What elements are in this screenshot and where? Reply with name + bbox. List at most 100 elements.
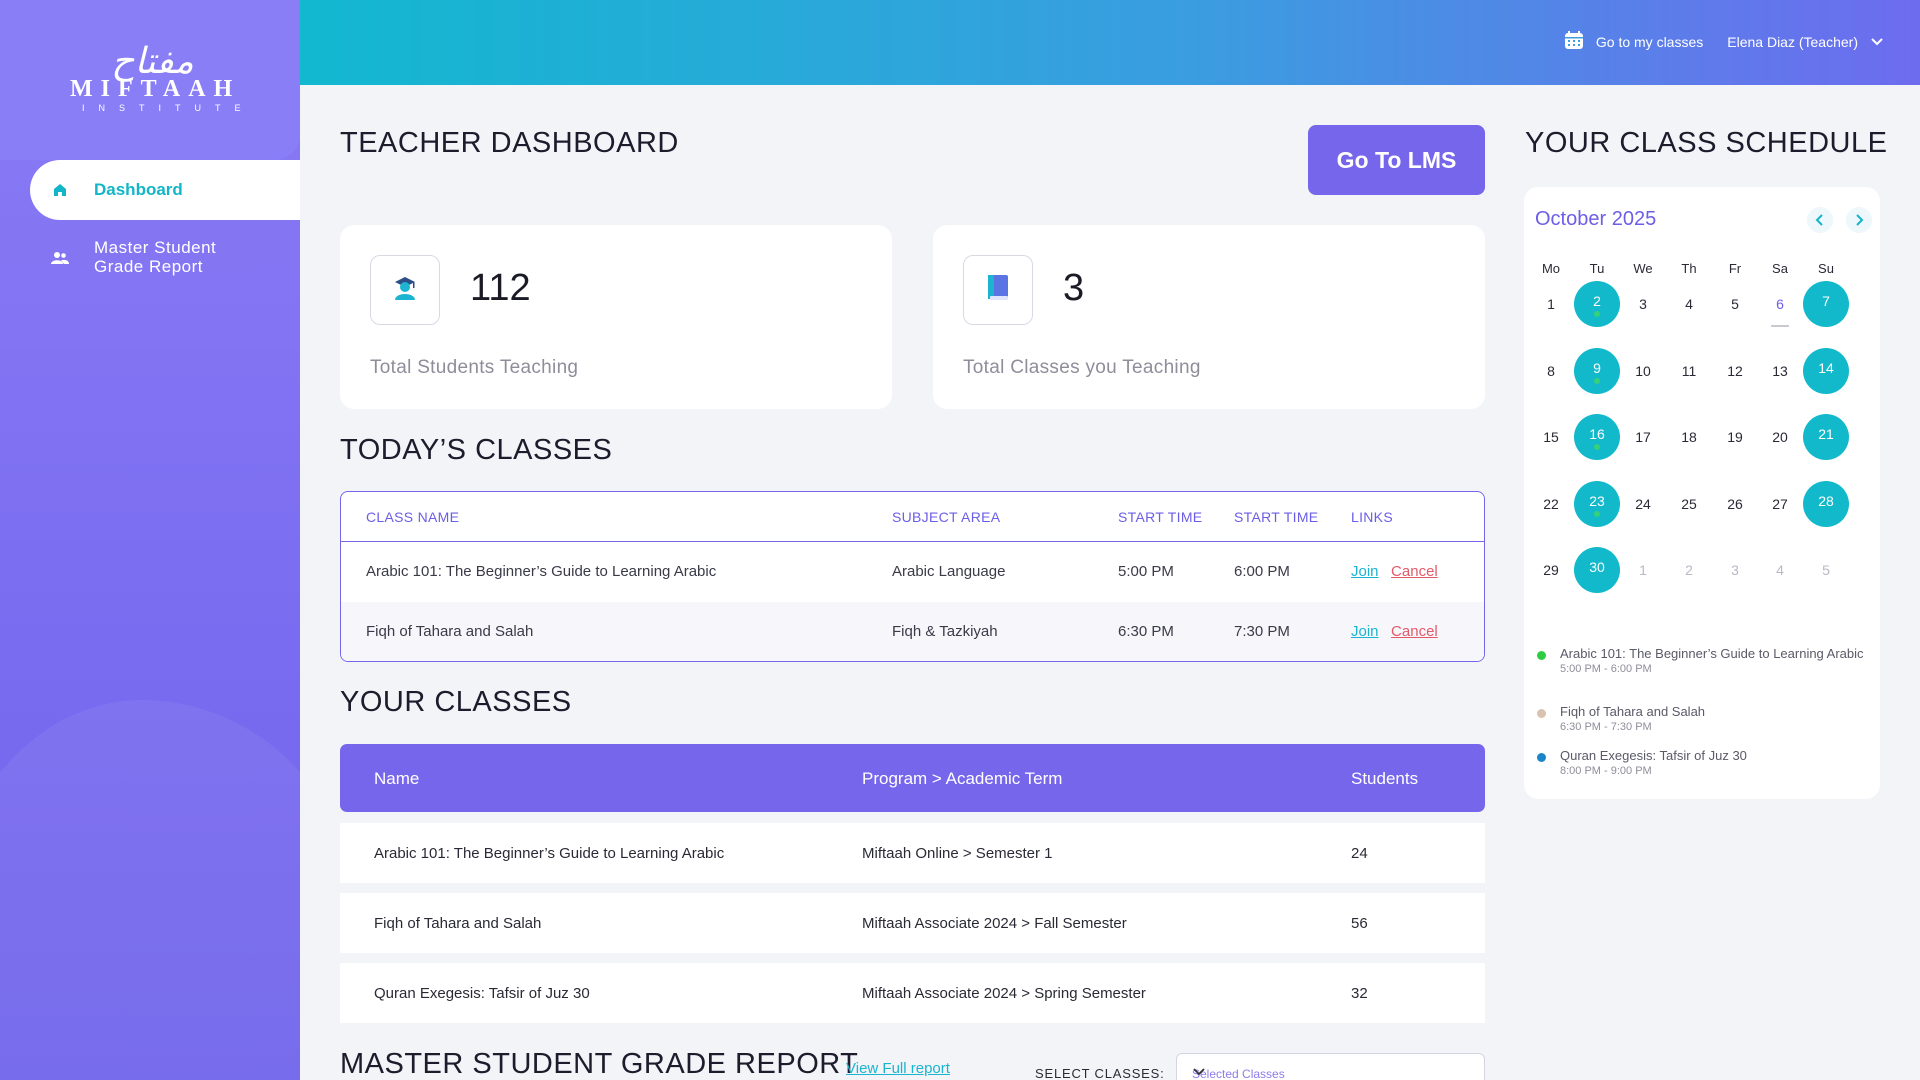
table-row[interactable]: Arabic 101: The Beginner’s Guide to Lear… [340, 823, 1485, 883]
event-color-dot [1537, 651, 1546, 660]
sidebar-item-label-line1: Master Student [94, 238, 217, 257]
logo-sub: INSTITUTE [82, 103, 255, 113]
schedule-title: YOUR CLASS SCHEDULE [1525, 127, 1888, 159]
stat-label: Total Classes you Teaching [963, 357, 1201, 378]
calendar-day[interactable]: 18 [1666, 414, 1712, 460]
calendar-day[interactable]: 8 [1528, 348, 1574, 394]
calendar-day[interactable]: 7 [1803, 281, 1849, 327]
calendar-icon[interactable] [1564, 30, 1584, 53]
join-link[interactable]: Join [1351, 563, 1379, 580]
calendar-day-number: 13 [1772, 363, 1788, 379]
calendar-day[interactable]: 24 [1620, 481, 1666, 527]
today-indicator [1771, 325, 1789, 327]
sidebar-item-dashboard[interactable]: Dashboard [30, 160, 300, 220]
calendar-day[interactable]: 13 [1757, 348, 1803, 394]
col-name: Name [374, 769, 420, 788]
calendar-day[interactable]: 25 [1666, 481, 1712, 527]
logo-area: مفتاح MIFTAAH INSTITUTE [0, 0, 300, 160]
go-to-my-classes-link[interactable]: Go to my classes [1596, 34, 1703, 50]
col-students: Students [1351, 769, 1419, 788]
col-class-name: CLASS NAME [366, 509, 460, 525]
calendar-day[interactable]: 3 [1712, 547, 1758, 593]
table-row[interactable]: Quran Exegesis: Tafsir of Juz 30 Miftaah… [340, 963, 1485, 1023]
calendar-day[interactable]: 15 [1528, 414, 1574, 460]
cell-name: Quran Exegesis: Tafsir of Juz 30 [374, 985, 590, 1002]
sidebar: مفتاح MIFTAAH INSTITUTE Dashboard Master… [0, 0, 300, 1080]
calendar-day[interactable]: 17 [1620, 414, 1666, 460]
cell-program: Miftaah Associate 2024 > Fall Semester [862, 915, 1127, 932]
calendar-day[interactable]: 16 [1574, 414, 1620, 460]
event-dot [1594, 311, 1600, 317]
chevron-down-icon[interactable] [1870, 34, 1884, 50]
sidebar-item-grade-report[interactable]: Master Student Grade Report [30, 238, 300, 294]
calendar-day[interactable]: 3 [1620, 281, 1666, 327]
calendar-day[interactable]: 5 [1803, 547, 1849, 593]
calendar-day[interactable]: 14 [1803, 348, 1849, 394]
calendar-day[interactable]: 2 [1574, 281, 1620, 327]
calendar-day[interactable]: 12 [1712, 348, 1758, 394]
table-header: CLASS NAME SUBJECT AREA START TIME START… [341, 492, 1484, 542]
cell-students: 56 [1351, 915, 1368, 932]
calendar-day[interactable]: 23 [1574, 481, 1620, 527]
weekday-label: Su [1818, 261, 1834, 276]
calendar-day[interactable]: 26 [1712, 481, 1758, 527]
calendar-month: October 2025 [1535, 208, 1657, 230]
schedule-event[interactable]: Arabic 101: The Beginner’s Guide to Lear… [1537, 646, 1867, 675]
chevron-right-icon[interactable] [1846, 207, 1872, 233]
calendar-day[interactable]: 6 [1757, 281, 1803, 327]
classes-table-header: Name Program > Academic Term Students [340, 744, 1485, 812]
weekday-label: Th [1681, 261, 1697, 276]
calendar-day-number: 7 [1822, 293, 1830, 309]
calendar-day[interactable]: 4 [1666, 281, 1712, 327]
calendar-day[interactable]: 28 [1803, 481, 1849, 527]
users-icon [50, 248, 70, 268]
calendar-day-number: 6 [1776, 296, 1784, 312]
calendar-day[interactable]: 9 [1574, 348, 1620, 394]
user-menu[interactable]: Elena Diaz (Teacher) [1727, 34, 1858, 50]
miftaah-logo[interactable]: مفتاح MIFTAAH INSTITUTE [70, 42, 255, 114]
cell-program: Miftaah Associate 2024 > Spring Semester [862, 985, 1146, 1002]
event-title: Fiqh of Tahara and Salah [1560, 704, 1706, 719]
go-to-lms-button[interactable]: Go To LMS [1308, 125, 1485, 195]
calendar-day[interactable]: 4 [1757, 547, 1803, 593]
sidebar-item-label: Dashboard [94, 180, 183, 199]
weekday-label: Tu [1589, 261, 1605, 276]
event-color-dot [1537, 753, 1546, 762]
view-full-report-link[interactable]: View Full report [846, 1060, 950, 1077]
calendar-day[interactable]: 1 [1620, 547, 1666, 593]
schedule-event[interactable]: Fiqh of Tahara and Salah 6:30 PM - 7:30 P… [1537, 704, 1867, 733]
chevron-left-icon[interactable] [1807, 207, 1833, 233]
calendar-day[interactable]: 22 [1528, 481, 1574, 527]
event-title: Quran Exegesis: Tafsir of Juz 30 [1560, 748, 1747, 763]
calendar-day[interactable]: 30 [1574, 547, 1620, 593]
home-icon [50, 180, 70, 200]
cell-students: 32 [1351, 985, 1368, 1002]
cell-subject: Arabic Language [892, 563, 1006, 580]
calendar-day[interactable]: 20 [1757, 414, 1803, 460]
sidebar-wave-decoration [0, 700, 300, 1080]
your-classes-title: YOUR CLASSES [340, 686, 572, 718]
calendar-day[interactable]: 11 [1666, 348, 1712, 394]
calendar-day-number: 2 [1685, 562, 1693, 578]
event-time: 6:30 PM - 7:30 PM [1560, 721, 1652, 733]
calendar-day[interactable]: 27 [1757, 481, 1803, 527]
calendar-day[interactable]: 2 [1666, 547, 1712, 593]
calendar-day[interactable]: 21 [1803, 414, 1849, 460]
event-dot [1594, 444, 1600, 450]
calendar-day[interactable]: 10 [1620, 348, 1666, 394]
join-link[interactable]: Join [1351, 623, 1379, 640]
stat-value: 3 [1063, 267, 1085, 309]
event-dot [1594, 511, 1600, 517]
cancel-link[interactable]: Cancel [1391, 563, 1438, 580]
calendar-day-number: 22 [1543, 496, 1559, 512]
calendar-day[interactable]: 19 [1712, 414, 1758, 460]
calendar-day[interactable]: 1 [1528, 281, 1574, 327]
schedule-event[interactable]: Quran Exegesis: Tafsir of Juz 30 8:00 PM … [1537, 748, 1867, 777]
select-classes-dropdown[interactable]: Selected Classes [1176, 1053, 1485, 1080]
calendar-day-number: 18 [1681, 429, 1697, 445]
cancel-link[interactable]: Cancel [1391, 623, 1438, 640]
calendar-day[interactable]: 29 [1528, 547, 1574, 593]
calendar-day[interactable]: 5 [1712, 281, 1758, 327]
table-row[interactable]: Fiqh of Tahara and Salah Miftaah Associa… [340, 893, 1485, 953]
calendar-day-number: 30 [1589, 559, 1605, 575]
